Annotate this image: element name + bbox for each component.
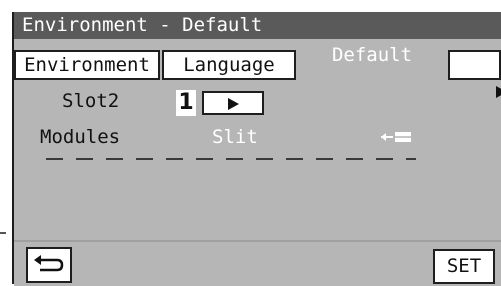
modules-divider xyxy=(46,158,416,160)
slot-label: Slot2 xyxy=(62,90,120,112)
slot-select-button[interactable] xyxy=(202,91,264,115)
modules-label: Modules xyxy=(40,126,121,148)
next-tab-button[interactable] xyxy=(448,50,501,98)
back-button[interactable] xyxy=(26,247,72,283)
tab-environment[interactable]: Environment xyxy=(14,50,160,80)
module-insert-icon xyxy=(381,132,411,142)
margin-tick xyxy=(0,232,6,234)
tab-bar: Environment Language Default xyxy=(14,40,501,98)
window-title: Environment - Default xyxy=(14,12,501,39)
tab-default[interactable]: Default xyxy=(298,40,446,80)
set-button[interactable]: SET xyxy=(433,249,495,284)
footer-bar xyxy=(14,240,501,286)
right-triangle-icon xyxy=(495,85,501,98)
tab-language[interactable]: Language xyxy=(162,50,296,80)
play-arrow-icon xyxy=(228,98,239,110)
modules-value: Slit xyxy=(212,126,258,148)
slot-number-badge: 1 xyxy=(176,90,196,116)
return-arrow-icon xyxy=(34,255,64,272)
